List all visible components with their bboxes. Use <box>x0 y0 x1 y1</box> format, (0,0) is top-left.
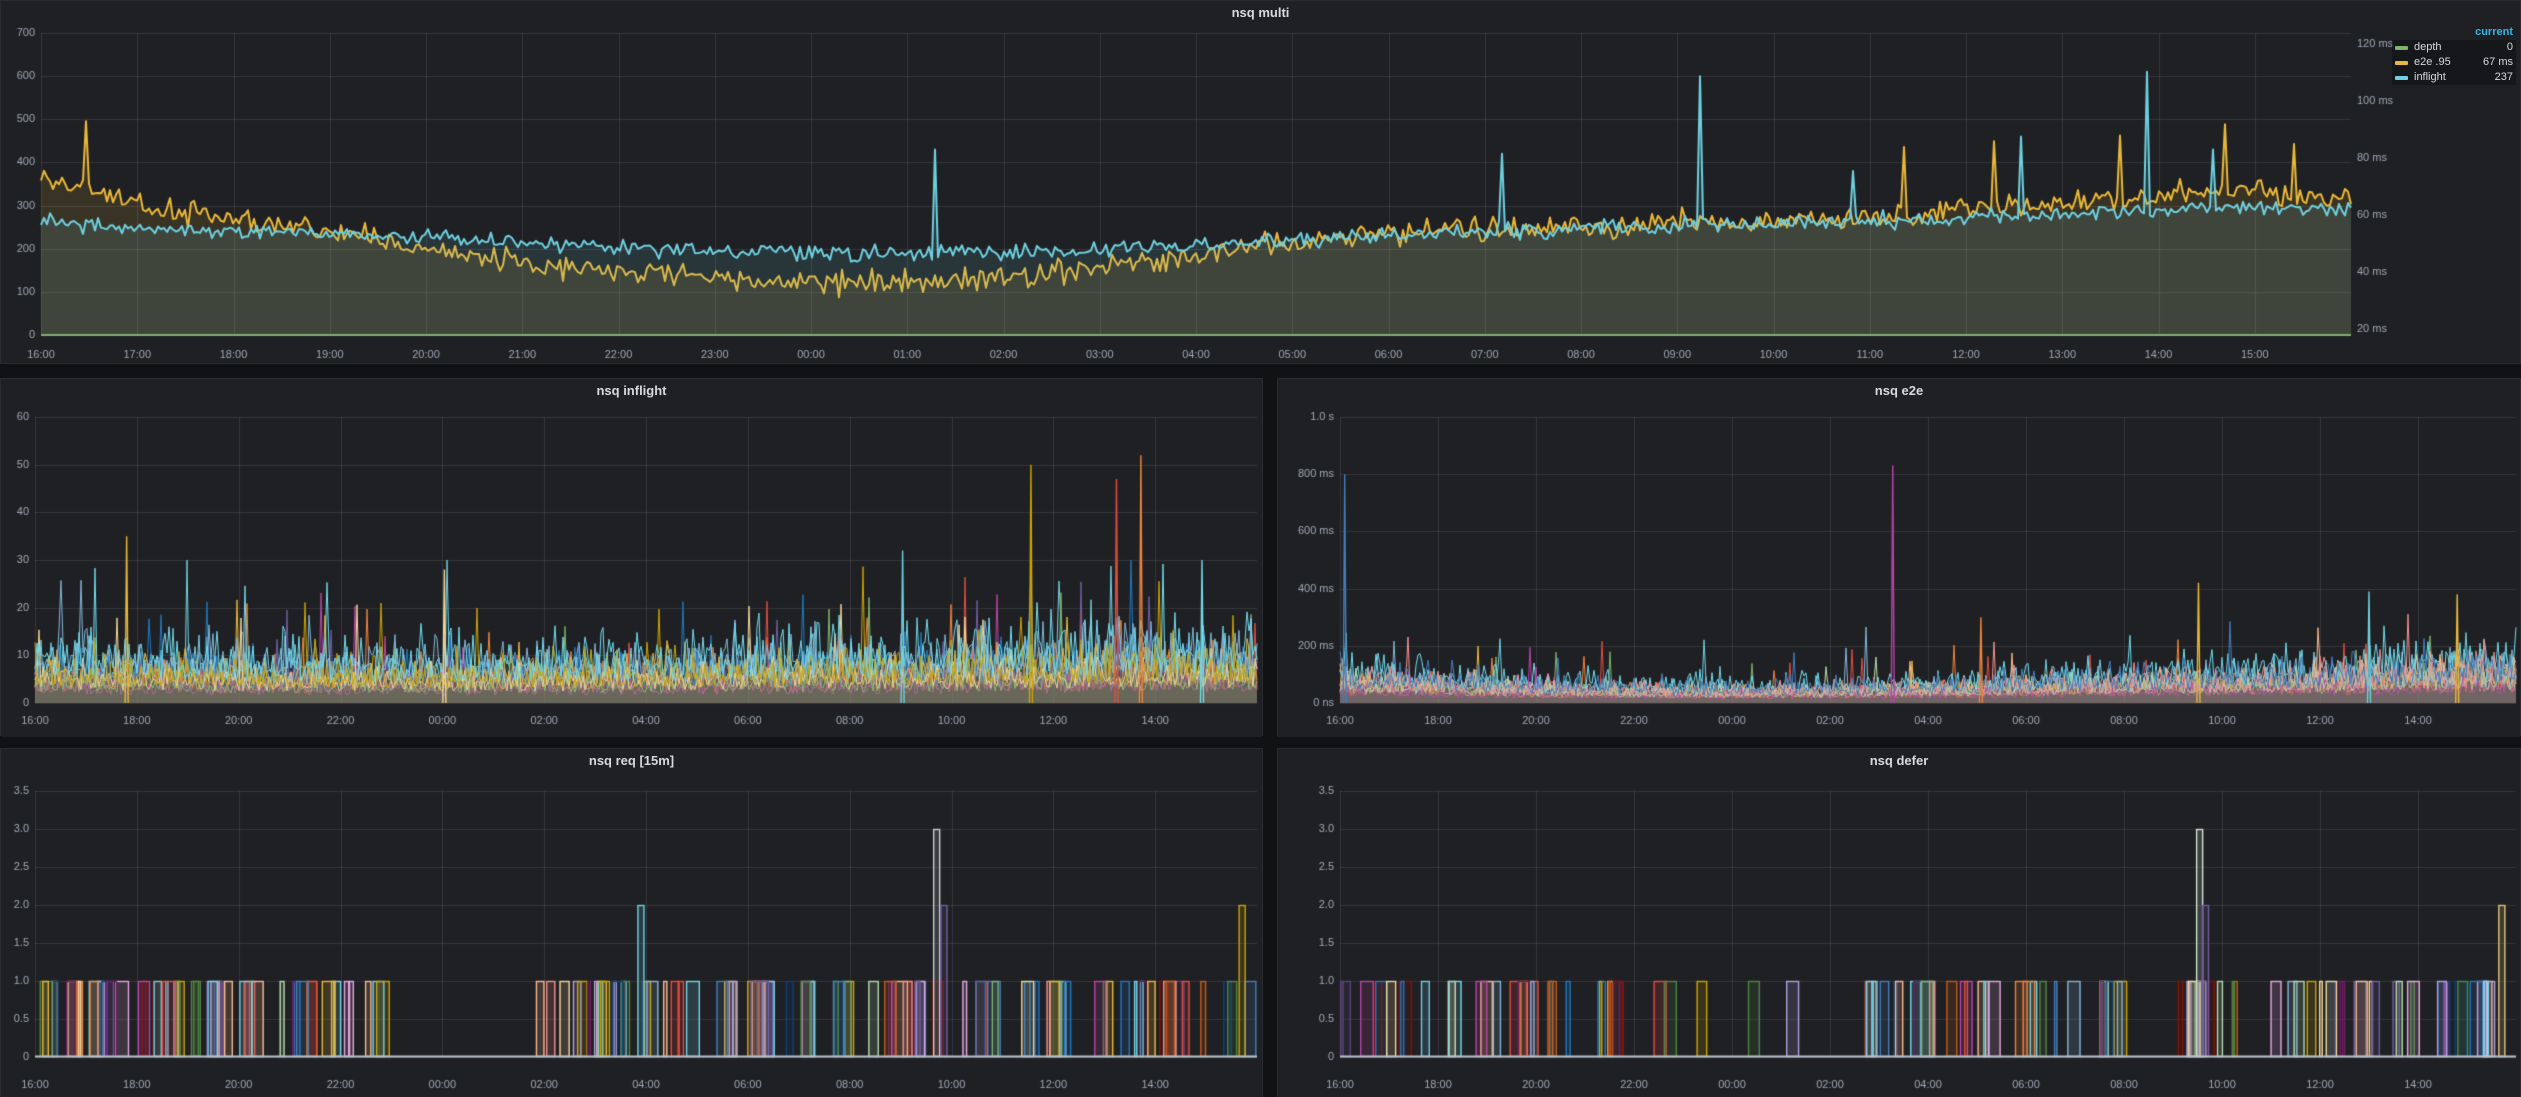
legend-row-depth[interactable]: depth 0 <box>2392 40 2516 55</box>
legend-series-value: 237 <box>2495 70 2513 85</box>
series-color-dash <box>2395 61 2408 65</box>
panel-nsq-inflight: nsq inflight <box>0 378 1263 736</box>
legend-series-name: depth <box>2414 40 2442 55</box>
panel-nsq-multi: nsq multi current depth 0 e2e .95 67 ms … <box>0 0 2521 364</box>
panel-nsq-req: nsq req [15m] <box>0 748 1263 1097</box>
panel-nsq-defer: nsq defer <box>1277 748 2521 1097</box>
panel-title-nsq-e2e[interactable]: nsq e2e <box>1278 379 2520 403</box>
panel-title-nsq-multi[interactable]: nsq multi <box>1 1 2520 25</box>
nsq-e2e-chart[interactable] <box>1278 403 2520 737</box>
legend-series-name: inflight <box>2414 70 2446 85</box>
series-color-dash <box>2395 76 2408 80</box>
grafana-dashboard: nsq multi current depth 0 e2e .95 67 ms … <box>0 0 2521 1097</box>
nsq-multi-chart[interactable] <box>1 25 2520 363</box>
panel-title-nsq-inflight[interactable]: nsq inflight <box>1 379 1262 403</box>
panel-title-nsq-req[interactable]: nsq req [15m] <box>1 749 1262 773</box>
legend-current-header[interactable]: current <box>2392 25 2516 40</box>
nsq-inflight-chart[interactable] <box>1 403 1262 737</box>
legend-series-value: 0 <box>2507 40 2513 55</box>
nsq-defer-chart[interactable] <box>1278 773 2520 1097</box>
series-color-dash <box>2395 46 2408 50</box>
panel-nsq-e2e: nsq e2e <box>1277 378 2521 736</box>
legend-series-value: 67 ms <box>2483 55 2513 70</box>
legend-row-inflight[interactable]: inflight 237 <box>2392 70 2516 85</box>
legend-series-name: e2e .95 <box>2414 55 2451 70</box>
legend-row-e2e-95[interactable]: e2e .95 67 ms <box>2392 55 2516 70</box>
panel-title-nsq-defer[interactable]: nsq defer <box>1278 749 2520 773</box>
legend: current depth 0 e2e .95 67 ms inflight 2… <box>2392 25 2516 85</box>
nsq-req-chart[interactable] <box>1 773 1262 1097</box>
